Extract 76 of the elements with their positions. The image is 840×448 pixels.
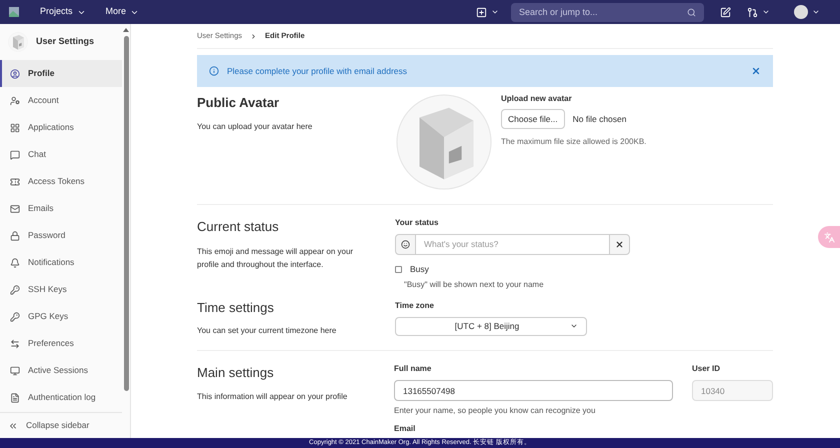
sidebar-item[interactable]: Preferences: [0, 330, 122, 357]
collapse-icon: [8, 420, 18, 430]
field-hint: Enter your name, so people you know can recognize you: [394, 405, 596, 417]
section-title: Main settings: [197, 364, 275, 382]
close-icon: [615, 240, 624, 249]
sidebar-item[interactable]: Chat: [0, 141, 122, 168]
plus-icon: [476, 6, 487, 18]
project-avatar: [8, 32, 28, 52]
field-label: Full name: [394, 363, 432, 375]
chevron-icon: [250, 32, 258, 40]
clear-button[interactable]: [609, 234, 630, 255]
chat-icon: [10, 150, 20, 160]
nav-menu[interactable]: Projects: [40, 5, 86, 19]
section-description: You can upload your avatar here: [197, 120, 314, 132]
section-title: Public Avatar: [197, 94, 280, 112]
lock-icon: [10, 230, 20, 240]
merge-request-icon: [747, 6, 758, 18]
alert-text: Please complete your profile with email address: [227, 64, 408, 78]
checkbox-hint: "Busy" will be shown next to your name: [404, 278, 545, 291]
sidebar-item[interactable]: Active Sessions: [0, 357, 122, 384]
timezone-select[interactable]: [UTC + 8] Beijing: [395, 316, 587, 336]
section-description: You can set your current timezone here: [197, 325, 338, 337]
checkbox-label: Busy: [410, 263, 429, 276]
sidebar-item[interactable]: Applications: [0, 114, 122, 141]
field-label: Email: [394, 423, 416, 435]
file-status: No file chosen: [572, 112, 626, 126]
status-field[interactable]: What's your status?: [416, 234, 609, 255]
field-label: Your status: [395, 217, 440, 229]
bell-icon: [10, 258, 20, 268]
avatar-menu[interactable]: [794, 5, 820, 19]
merge-request-button[interactable]: [747, 6, 770, 18]
file-hint: The maximum file size allowed is 200KB.: [501, 136, 646, 148]
sidebar-item[interactable]: SSH Keys: [0, 276, 122, 303]
close-button[interactable]: [751, 66, 761, 76]
broken-image-icon: [8, 6, 20, 18]
user-avatar: [794, 5, 808, 19]
sidebar-item[interactable]: Notifications: [0, 249, 122, 276]
section-description: This information will appear on your profile: [197, 390, 348, 402]
sidebar-item[interactable]: Account: [0, 87, 122, 114]
sidebar-item[interactable]: Access Tokens: [0, 168, 122, 195]
caret-icon: [762, 8, 770, 16]
key-icon: [10, 284, 20, 294]
grid-icon: [10, 122, 20, 132]
monitor-icon: [10, 366, 20, 376]
new-item-button[interactable]: [476, 6, 499, 18]
account-icon: [10, 96, 20, 106]
emoji-icon: [401, 240, 410, 249]
todo-icon[interactable]: [720, 6, 731, 18]
sidebar-item[interactable]: Password: [0, 222, 122, 249]
token-icon: [10, 176, 20, 186]
info-icon: [209, 66, 219, 76]
section-title: Current status: [197, 218, 280, 236]
sidebar-title: User Settings: [36, 35, 94, 48]
section-title: Time settings: [197, 298, 275, 317]
sidebar-item[interactable]: GPG Keys: [0, 303, 122, 330]
key-icon: [10, 312, 20, 322]
mail-icon: [10, 204, 20, 214]
field-label: Time zone: [395, 300, 435, 312]
search-field[interactable]: Search or jump to...: [511, 2, 704, 22]
log-icon: [10, 392, 20, 402]
busy-checkbox[interactable]: [395, 266, 402, 273]
choose-file-button[interactable]: Choose file...: [501, 109, 565, 129]
caret-icon: [491, 8, 499, 16]
sidebar-item[interactable]: Profile: [0, 60, 122, 87]
sidebar-item[interactable]: Authentication log: [0, 384, 122, 411]
nav-menu[interactable]: More: [106, 5, 140, 19]
sidebar-item[interactable]: Emails: [0, 195, 122, 222]
profile-icon: [10, 68, 20, 78]
field-label: User ID: [692, 363, 722, 375]
caret-icon: [812, 8, 820, 16]
preferences-icon: [10, 338, 20, 348]
emoji-button[interactable]: [395, 234, 416, 255]
field-label: Upload new avatar: [501, 93, 573, 105]
search-icon: [687, 8, 696, 16]
section-description: This emoji and message will appear on your profile and throughout the interface.: [197, 246, 354, 270]
full-name-field[interactable]: 13165507498: [394, 380, 673, 401]
